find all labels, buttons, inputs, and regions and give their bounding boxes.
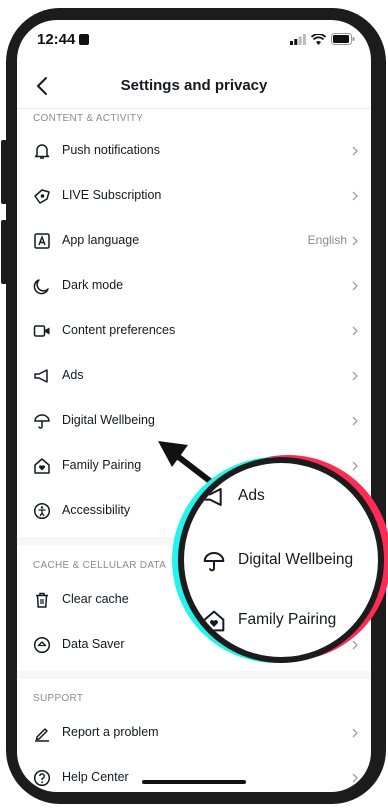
magnified-row-digital-wellbeing: Digital Wellbeing (184, 541, 378, 581)
magnified-label: Family Pairing (238, 611, 337, 628)
magnifier-callout: Ads Digital Wellbeing Family Pairing (178, 457, 384, 663)
magnified-row-family-pairing: Family Pairing (184, 601, 378, 641)
umbrella-icon (203, 552, 225, 572)
home-heart-icon (203, 610, 225, 632)
magnified-label: Ads (238, 487, 265, 504)
magnified-row-ads: Ads (184, 477, 378, 517)
megaphone-icon (203, 488, 222, 506)
callout-arrow (158, 441, 234, 501)
magnified-label: Digital Wellbeing (238, 551, 354, 568)
